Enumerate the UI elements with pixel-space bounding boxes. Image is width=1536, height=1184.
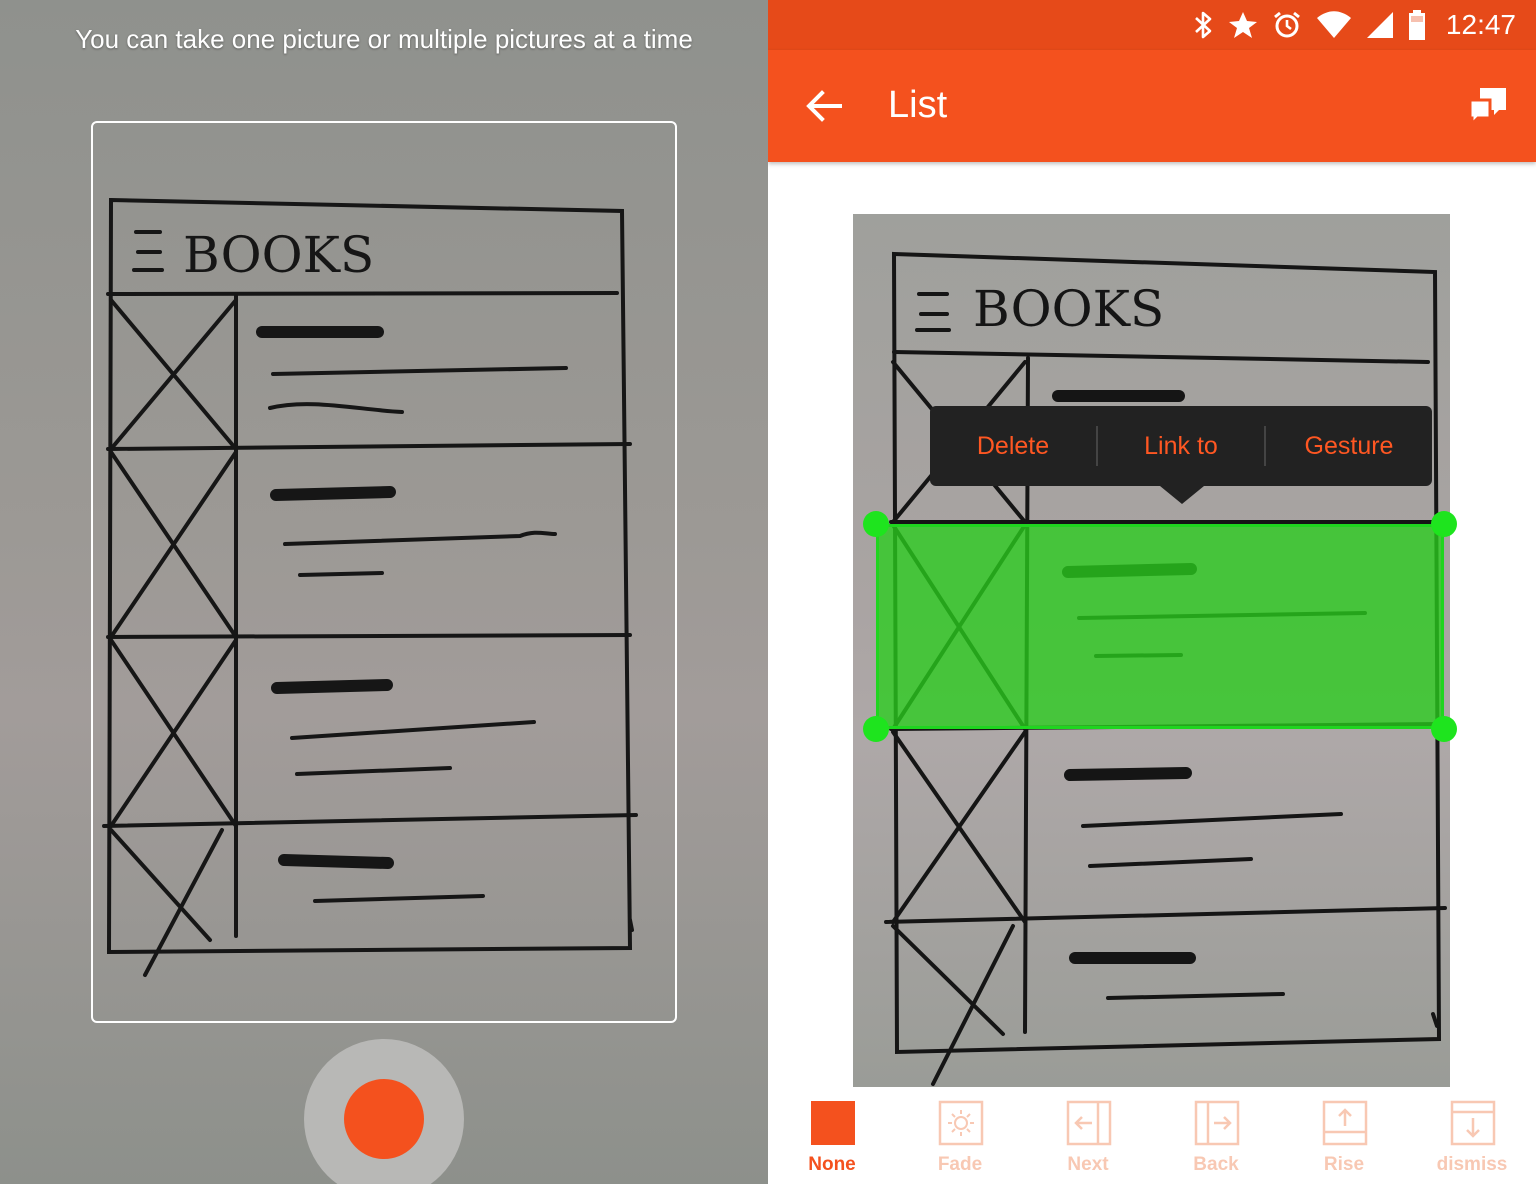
tool-label: Fade (937, 1154, 983, 1175)
bluetooth-icon (1195, 11, 1212, 39)
tool-label: dismiss (1436, 1154, 1508, 1175)
delete-menu-item[interactable]: Delete (930, 426, 1096, 466)
camera-screen: You can take one picture or multiple pic… (0, 0, 768, 1184)
signal-icon (1366, 12, 1393, 38)
arrow-up-icon (1322, 1100, 1368, 1146)
hotspot-selection[interactable] (863, 511, 1457, 742)
resize-handle-top-left[interactable] (863, 511, 889, 537)
tool-label: Rise (1323, 1154, 1365, 1175)
context-menu: Delete Link to Gesture (930, 406, 1432, 504)
tool-label: None (808, 1154, 856, 1175)
battery-icon (1408, 10, 1425, 40)
star-icon (1228, 12, 1257, 38)
sketch-photo-title: BOOKS (973, 280, 1164, 338)
tool-label: Back (1193, 1154, 1239, 1175)
gesture-menu-item[interactable]: Gesture (1266, 426, 1432, 466)
status-bar: 12:47 (768, 0, 1536, 50)
tool-fade[interactable]: Fade (896, 1087, 1024, 1184)
alarm-icon (1273, 11, 1300, 38)
app-bar: List (768, 50, 1536, 162)
arrow-down-icon (1450, 1100, 1496, 1146)
resize-handle-top-right[interactable] (1431, 511, 1457, 537)
capture-frame (91, 121, 677, 1023)
tool-label: Next (1067, 1154, 1109, 1175)
wifi-icon (1316, 11, 1351, 38)
arrow-right-into-panel-icon (1194, 1100, 1240, 1146)
link-to-menu-item[interactable]: Link to (1098, 426, 1264, 466)
shutter-button-core[interactable] (344, 1079, 424, 1159)
page-title: List (888, 84, 948, 126)
arrow-left-into-panel-icon (1066, 1100, 1112, 1146)
resize-handle-bottom-right[interactable] (1431, 716, 1457, 742)
tool-rise[interactable]: Rise (1280, 1087, 1408, 1184)
tool-none[interactable]: None (768, 1087, 896, 1184)
tool-next[interactable]: Next (1024, 1087, 1152, 1184)
resize-handle-bottom-left[interactable] (863, 716, 889, 742)
sun-icon (938, 1100, 984, 1146)
square-icon (811, 1101, 855, 1145)
feedback-icon[interactable] (1466, 84, 1510, 128)
status-time: 12:47 (1445, 9, 1516, 40)
transition-toolbar: None Fade Next Back Rise dismiss (768, 1087, 1536, 1184)
tool-back[interactable]: Back (1152, 1087, 1280, 1184)
arrow-left-icon[interactable] (804, 86, 844, 126)
tool-dismiss[interactable]: dismiss (1408, 1087, 1536, 1184)
